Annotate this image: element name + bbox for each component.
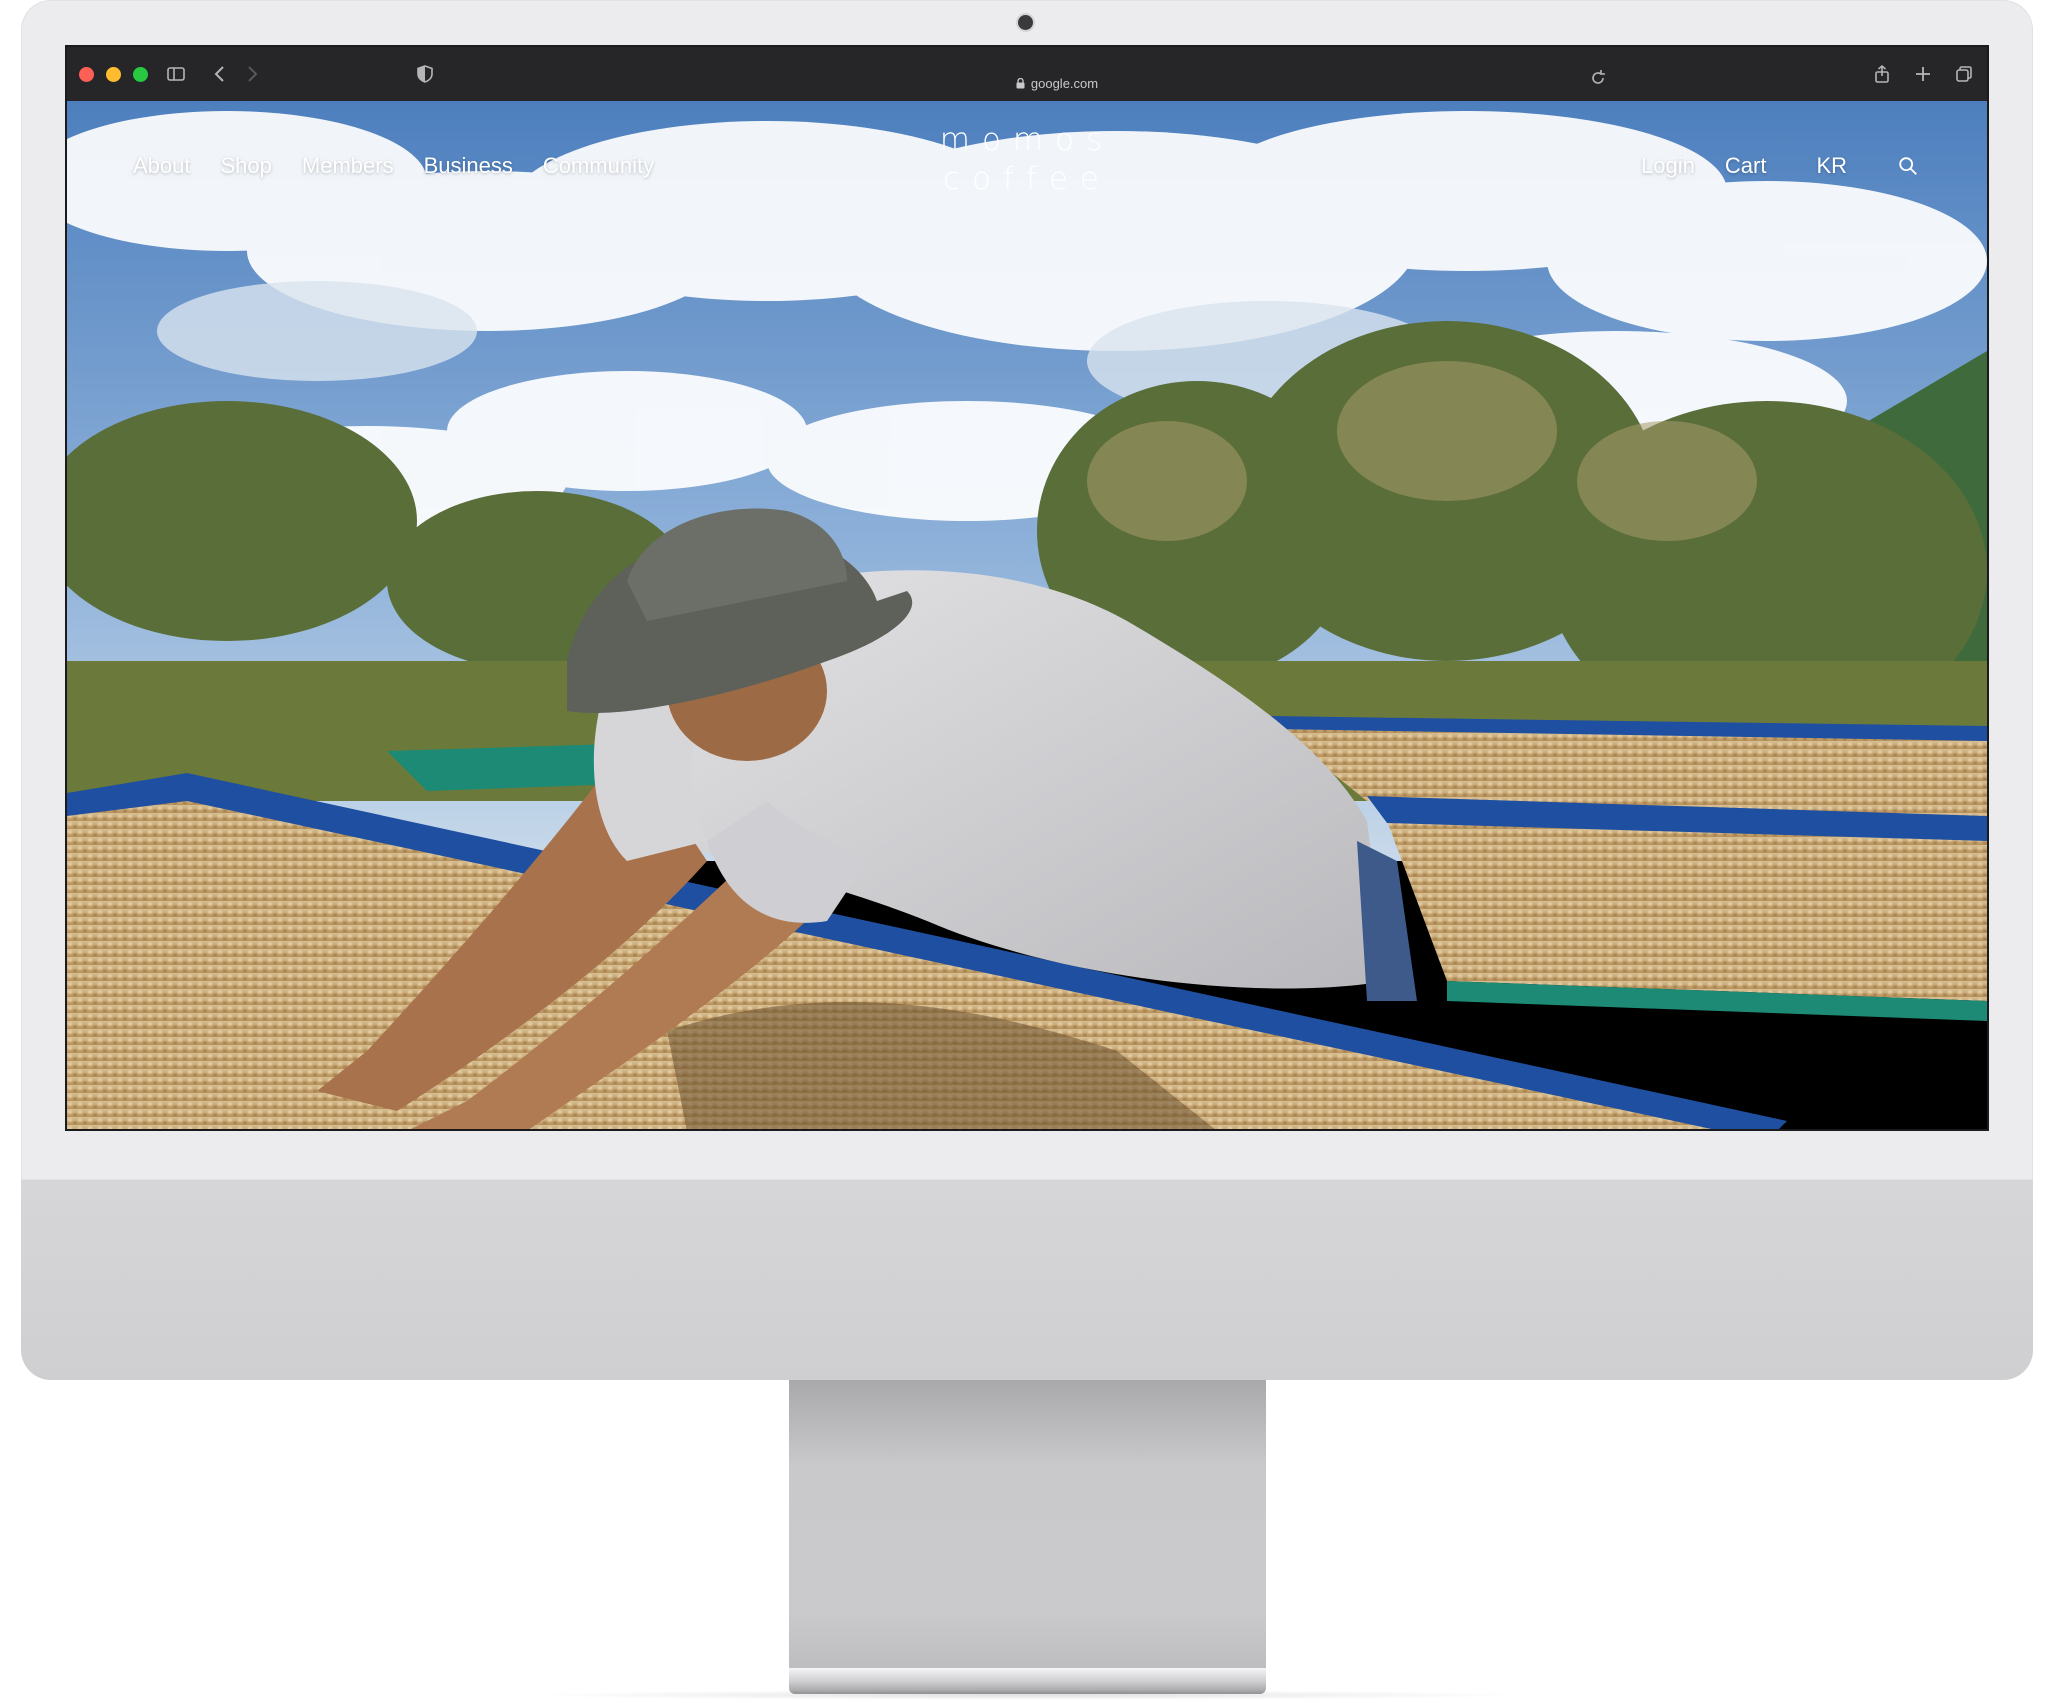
hero-section: About Shop Members Business Community mo…	[67, 101, 1987, 1129]
site-nav-utility: Login Cart KR	[1641, 153, 1921, 179]
search-icon[interactable]	[1897, 154, 1921, 178]
nav-community[interactable]: Community	[543, 153, 654, 179]
nav-about[interactable]: About	[133, 153, 191, 179]
lock-icon	[1016, 77, 1025, 88]
new-tab-icon[interactable]	[1910, 61, 1936, 87]
address-url: google.com	[1030, 75, 1099, 91]
nav-members[interactable]: Members	[302, 153, 394, 179]
nav-login[interactable]: Login	[1641, 153, 1695, 179]
logo-line-1: momos	[939, 122, 1115, 158]
sidebar-icon[interactable]	[163, 61, 189, 87]
nav-business[interactable]: Business	[424, 153, 513, 179]
share-icon[interactable]	[1869, 61, 1895, 87]
tab-overview-icon[interactable]	[1951, 61, 1977, 87]
back-icon[interactable]	[207, 61, 233, 87]
browser-toolbar: google.com	[67, 47, 1987, 101]
logo-line-2: coffee	[943, 160, 1111, 197]
reload-icon[interactable]	[1585, 65, 1611, 91]
imac-stand	[789, 1380, 1266, 1670]
floor-shadow	[520, 1690, 1535, 1700]
close-window-button[interactable]	[79, 67, 94, 82]
imac-chin	[21, 1180, 2033, 1380]
language-switch[interactable]: KR	[1816, 153, 1847, 179]
site-logo[interactable]: momos coffee	[940, 121, 1114, 199]
screen: google.com About Shop Members Business C…	[65, 45, 1989, 1131]
zoom-window-button[interactable]	[133, 67, 148, 82]
nav-shop[interactable]: Shop	[221, 153, 272, 179]
camera-icon	[1018, 15, 1033, 30]
minimize-window-button[interactable]	[106, 67, 121, 82]
nav-cart[interactable]: Cart	[1725, 153, 1767, 179]
hero-photo	[67, 101, 1987, 1129]
address-bar[interactable]: google.com	[967, 73, 1147, 93]
forward-icon[interactable]	[239, 61, 265, 87]
privacy-shield-icon[interactable]	[412, 61, 438, 87]
site-nav-primary: About Shop Members Business Community	[133, 153, 654, 179]
